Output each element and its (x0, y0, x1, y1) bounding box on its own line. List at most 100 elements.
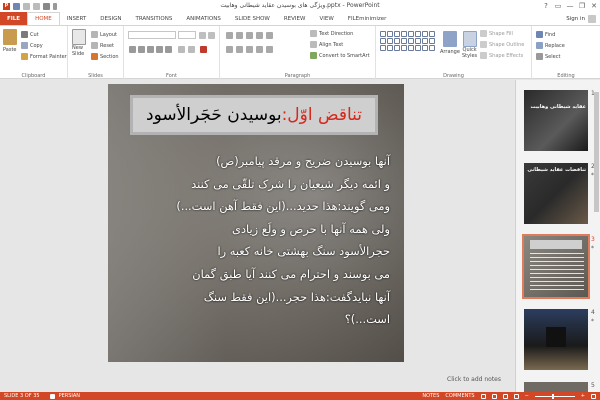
tab-home[interactable]: HOME (27, 12, 60, 25)
strikethrough-icon[interactable] (165, 46, 172, 53)
italic-icon[interactable] (138, 46, 145, 53)
sign-in[interactable]: Sign in (566, 12, 600, 25)
shape-item[interactable] (415, 45, 421, 51)
slideshow-view-icon[interactable] (513, 393, 519, 399)
text-direction-button[interactable]: Text Direction (310, 30, 353, 37)
shape-item[interactable] (394, 31, 400, 37)
slide-thumbnail[interactable] (524, 309, 588, 370)
justify-icon[interactable] (256, 46, 263, 53)
font-color-icon[interactable] (200, 46, 207, 53)
tab-design[interactable]: DESIGN (93, 12, 128, 25)
tab-transitions[interactable]: TRANSITIONS (128, 12, 179, 25)
shape-item[interactable] (401, 31, 407, 37)
scrollbar-thumb[interactable] (594, 92, 599, 212)
language-indicator[interactable]: PERSIAN (59, 393, 80, 399)
find-button[interactable]: Find (536, 31, 555, 38)
shape-item[interactable] (387, 45, 393, 51)
bullets-icon[interactable] (226, 32, 233, 39)
new-slide-button[interactable]: New Slide (72, 29, 86, 57)
arrange-button[interactable]: Arrange (440, 31, 460, 55)
ribbon-display-options-button[interactable]: ▭ (552, 0, 564, 12)
shape-item[interactable] (429, 38, 435, 44)
slide-sorter-icon[interactable] (491, 393, 497, 399)
notes-placeholder[interactable]: Click to add notes (0, 376, 515, 383)
replace-button[interactable]: Replace (536, 42, 565, 49)
numbering-icon[interactable] (236, 32, 243, 39)
shape-item[interactable] (429, 31, 435, 37)
shape-item[interactable] (408, 45, 414, 51)
slide-title-box[interactable]: تناقض اوّل: بوسیدن حَجَرالأسود (130, 95, 378, 135)
restore-button[interactable]: ❐ (576, 0, 588, 12)
close-button[interactable]: ✕ (588, 0, 600, 12)
increase-indent-icon[interactable] (256, 32, 263, 39)
underline-icon[interactable] (147, 46, 154, 53)
tab-review[interactable]: REVIEW (277, 12, 313, 25)
notes-toggle[interactable]: NOTES (422, 393, 439, 399)
tab-file[interactable]: FILE (0, 12, 28, 25)
increase-font-icon[interactable] (199, 32, 206, 39)
slide-thumbnail-selected[interactable] (522, 234, 590, 299)
tab-slide-show[interactable]: SLIDE SHOW (228, 12, 277, 25)
font-size-combo[interactable] (178, 31, 196, 39)
shape-item[interactable] (408, 31, 414, 37)
normal-view-icon[interactable] (480, 393, 486, 399)
zoom-out-button[interactable]: − (525, 393, 529, 399)
shape-item[interactable] (429, 45, 435, 51)
shape-fill-button[interactable]: Shape Fill (480, 30, 513, 37)
reset-button[interactable]: Reset (91, 42, 114, 49)
columns-icon[interactable] (266, 46, 273, 53)
comments-toggle[interactable]: COMMENTS (445, 393, 474, 399)
copy-button[interactable]: Copy (21, 42, 43, 49)
character-spacing-icon[interactable] (178, 46, 185, 53)
fit-slide-icon[interactable] (591, 393, 596, 399)
quick-styles-button[interactable]: Quick Styles (462, 31, 477, 59)
thumbnail-scrollbar[interactable] (594, 82, 599, 388)
shape-item[interactable] (401, 38, 407, 44)
tab-view[interactable]: VIEW (312, 12, 340, 25)
shape-item[interactable] (380, 45, 386, 51)
rtl-icon[interactable] (266, 32, 273, 39)
slide-body-text[interactable]: آنها بوسیدن ضریح و مرقد پیامبر(ص) و ائمه… (120, 150, 390, 331)
shape-item[interactable] (422, 45, 428, 51)
font-name-combo[interactable] (128, 31, 176, 39)
zoom-slider-knob[interactable] (551, 393, 554, 399)
shape-item[interactable] (401, 45, 407, 51)
cut-button[interactable]: Cut (21, 31, 39, 38)
shape-item[interactable] (408, 38, 414, 44)
tab-fileminimizer[interactable]: FILEminimizer (341, 12, 394, 25)
zoom-slider[interactable] (534, 393, 575, 399)
layout-button[interactable]: Layout (91, 31, 117, 38)
select-button[interactable]: Select (536, 53, 560, 60)
shape-item[interactable] (380, 31, 386, 37)
paste-button[interactable]: Paste (3, 29, 17, 53)
decrease-font-icon[interactable] (208, 32, 215, 39)
change-case-icon[interactable] (188, 46, 195, 53)
reading-view-icon[interactable] (502, 393, 508, 399)
shape-outline-button[interactable]: Shape Outline (480, 41, 524, 48)
slide-editing-area[interactable]: تناقض اوّل: بوسیدن حَجَرالأسود آنها بوسی… (0, 80, 515, 392)
current-slide[interactable]: تناقض اوّل: بوسیدن حَجَرالأسود آنها بوسی… (108, 84, 404, 362)
shapes-gallery[interactable] (380, 31, 435, 59)
decrease-indent-icon[interactable] (246, 32, 253, 39)
zoom-in-button[interactable]: + (581, 393, 585, 399)
align-left-icon[interactable] (226, 46, 233, 53)
tab-insert[interactable]: INSERT (60, 12, 93, 25)
shape-item[interactable] (422, 38, 428, 44)
spellcheck-icon[interactable] (49, 393, 55, 399)
shape-effects-button[interactable]: Shape Effects (480, 52, 523, 59)
align-right-icon[interactable] (246, 46, 253, 53)
shape-item[interactable] (415, 31, 421, 37)
shape-item[interactable] (394, 45, 400, 51)
convert-smartart-button[interactable]: Convert to SmartArt (310, 52, 370, 59)
shape-item[interactable] (422, 31, 428, 37)
shape-item[interactable] (387, 38, 393, 44)
tab-animations[interactable]: ANIMATIONS (179, 12, 228, 25)
shape-item[interactable] (380, 38, 386, 44)
section-button[interactable]: Section (91, 53, 119, 60)
help-button[interactable]: ? (540, 0, 552, 12)
format-painter-button[interactable]: Format Painter (21, 53, 67, 60)
shape-item[interactable] (394, 38, 400, 44)
shape-item[interactable] (387, 31, 393, 37)
align-center-icon[interactable] (236, 46, 243, 53)
align-text-button[interactable]: Align Text (310, 41, 343, 48)
